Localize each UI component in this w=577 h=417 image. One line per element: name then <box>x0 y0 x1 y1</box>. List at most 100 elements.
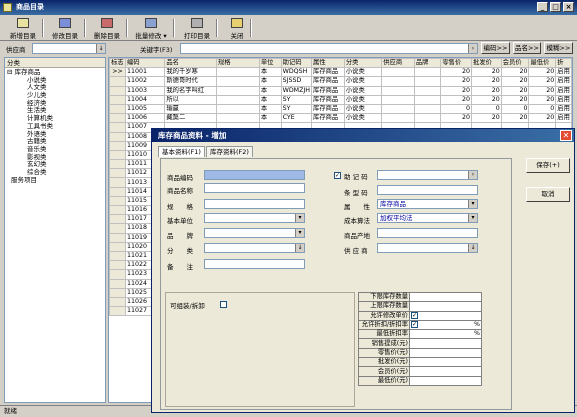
mnemonic-label: 助 记 码 <box>344 173 368 181</box>
cell-mnem: SJSSD <box>280 76 313 87</box>
max-stock-field[interactable] <box>409 301 482 312</box>
tree-item[interactable]: 人文类 <box>5 84 105 92</box>
category-select[interactable]: ↓ <box>204 243 305 253</box>
save-button[interactable]: 保存(+) <box>526 158 570 173</box>
cell-mk <box>109 94 126 105</box>
column-header[interactable]: 品牌 <box>413 58 442 69</box>
cell-mk <box>109 103 126 115</box>
column-header[interactable]: 编码 <box>124 58 166 69</box>
tree-item-stock[interactable]: ⊟ 库存商品 <box>5 68 105 77</box>
column-header[interactable]: 最低价 <box>528 58 557 69</box>
table-row[interactable]: 11006 藏獒二本 CYE 库存商品 小说类 20 20 20 20 启用 <box>109 113 572 124</box>
cell-retail: 20 <box>440 94 473 105</box>
search-by-code-button[interactable]: 编码>> <box>481 42 510 54</box>
tab-stock[interactable]: 库存资料(F2) <box>205 146 253 157</box>
lowest-price-field[interactable] <box>409 375 482 386</box>
minimize-button[interactable]: _ <box>537 2 548 12</box>
min-stock-field[interactable] <box>409 291 482 303</box>
commission-field[interactable] <box>409 338 482 349</box>
min-discount-field[interactable]: % <box>409 329 482 340</box>
column-header[interactable]: 批发价 <box>471 58 502 69</box>
new-catalog-button[interactable]: 新增目录 <box>6 17 44 40</box>
tree-item[interactable]: 音乐类 <box>5 145 105 154</box>
column-header[interactable]: 供应商 <box>381 58 415 69</box>
column-header[interactable]: 规格 <box>215 58 260 69</box>
column-header[interactable]: 品名 <box>164 58 217 69</box>
tree-item[interactable]: 影视类 <box>5 153 105 162</box>
allow-edit-price-checkbox[interactable]: ✓ <box>411 311 418 319</box>
member-price-field[interactable] <box>409 366 482 377</box>
maximize-button[interactable]: □ <box>550 2 561 12</box>
tree-item[interactable]: 少儿类 <box>5 91 105 100</box>
cell-brand <box>413 113 442 124</box>
column-header[interactable]: 折 <box>555 58 572 69</box>
keyword-input[interactable]: › <box>180 43 478 54</box>
table-row[interactable]: >> 11001 我的千岁寒本 WDQSH 库存商品 小说类 20 20 20 20 启用 <box>109 67 572 78</box>
tree-item[interactable]: 经济类 <box>5 99 105 108</box>
mnemonic-checkbox[interactable]: ✓ <box>334 172 341 179</box>
allow-discount-cell[interactable]: ✓% <box>409 319 482 331</box>
column-header[interactable]: 零售价 <box>440 58 473 69</box>
table-row[interactable]: 11004 所以本 SY 库存商品 小说类 20 20 20 20 启用 <box>109 94 572 105</box>
cell-mk <box>109 296 126 308</box>
tree-item[interactable]: 工具书类 <box>5 122 105 131</box>
delete-catalog-button[interactable]: 删除目录 <box>90 17 128 40</box>
cell-unit: 本 <box>258 113 282 124</box>
allow-edit-price-cell[interactable]: ✓ <box>409 310 482 321</box>
allow-discount-checkbox[interactable]: ✓ <box>411 321 418 329</box>
product-dialog: 库存商品资料 - 增加 ✕ 基本资料(F1) 库存资料(F2) 商品编码 商品名… <box>151 128 575 413</box>
window-titlebar: 商品目录 _ □ × <box>0 0 577 15</box>
mnemonic-field[interactable]: › <box>377 170 478 180</box>
note-field[interactable] <box>204 259 305 269</box>
wholesale-price-field[interactable] <box>409 357 482 368</box>
retail-price-field[interactable] <box>409 347 482 359</box>
cell-code: 11004 <box>124 94 166 105</box>
supplier-select[interactable]: ↓ <box>32 43 106 54</box>
table-row[interactable]: 11005 输赢本 SY 库存商品 小说类 0 0 0 0 启用 <box>109 103 572 115</box>
brand-select[interactable]: ▾ <box>204 228 305 238</box>
cell-spec <box>215 113 260 124</box>
cell-mnem: WDMZJH <box>280 85 313 96</box>
spec-field[interactable] <box>204 199 305 209</box>
close-button[interactable]: 关闭 <box>226 17 252 40</box>
supplier-select[interactable]: ↓ <box>377 243 478 253</box>
column-header[interactable]: 助记码 <box>280 58 313 69</box>
chevron-right-icon: › <box>468 44 477 53</box>
tree-item[interactable]: 小说类 <box>5 76 105 85</box>
barcode-label: 条 型 码 <box>344 189 368 197</box>
cancel-button[interactable]: 取消 <box>526 187 570 202</box>
origin-field[interactable] <box>377 228 478 238</box>
code-field[interactable] <box>204 170 305 180</box>
column-header[interactable]: 属性 <box>311 58 345 69</box>
cell-retail: 20 <box>440 76 473 87</box>
close-icon <box>231 18 243 28</box>
name-field[interactable] <box>204 183 305 193</box>
cost-method-select[interactable]: 加权平均法 ▾ <box>377 213 478 223</box>
table-row[interactable]: 11002 斯德哥时代本 SJSSD 库存商品 小说类 20 20 20 20 启用 <box>109 76 572 87</box>
column-header[interactable]: 标志 <box>109 58 126 69</box>
column-header[interactable]: 单位 <box>258 58 282 69</box>
combo-checkbox[interactable] <box>220 301 227 308</box>
tab-basic[interactable]: 基本资料(F1) <box>158 146 205 157</box>
dialog-close-icon[interactable]: ✕ <box>560 130 572 141</box>
tree-item[interactable]: 外语类 <box>5 130 105 139</box>
close-window-button[interactable]: × <box>563 2 574 12</box>
column-header[interactable]: 分类 <box>343 58 383 69</box>
tree-item[interactable]: 古籍类 <box>5 137 105 146</box>
tree-item-services[interactable]: 服务项目 <box>5 176 105 185</box>
tree-item[interactable]: 玄幻类 <box>5 161 105 169</box>
print-catalog-button[interactable]: 打印目录 <box>180 17 218 40</box>
attribute-select[interactable]: 库存商品 ▾ <box>377 199 478 209</box>
tree-item[interactable]: 计算机类 <box>5 114 105 123</box>
edit-catalog-button[interactable]: 修改目录 <box>48 17 86 40</box>
table-row[interactable]: 11003 我的名字叫红本 WDMZJH 库存商品 小说类 20 20 20 20 启用 <box>109 85 572 96</box>
edit-icon <box>59 18 71 28</box>
unit-select[interactable]: ▾ <box>204 213 305 223</box>
fuzzy-search-button[interactable]: 模糊>> <box>544 42 573 54</box>
batch-edit-button[interactable]: 批量修改 ▾ <box>131 17 175 40</box>
chevron-down-icon: ▾ <box>295 229 304 237</box>
column-header[interactable]: 会员价 <box>500 58 530 69</box>
tree-item[interactable]: 生活类 <box>5 107 105 115</box>
search-by-name-button[interactable]: 品名>> <box>513 42 541 54</box>
barcode-field[interactable] <box>377 185 478 195</box>
